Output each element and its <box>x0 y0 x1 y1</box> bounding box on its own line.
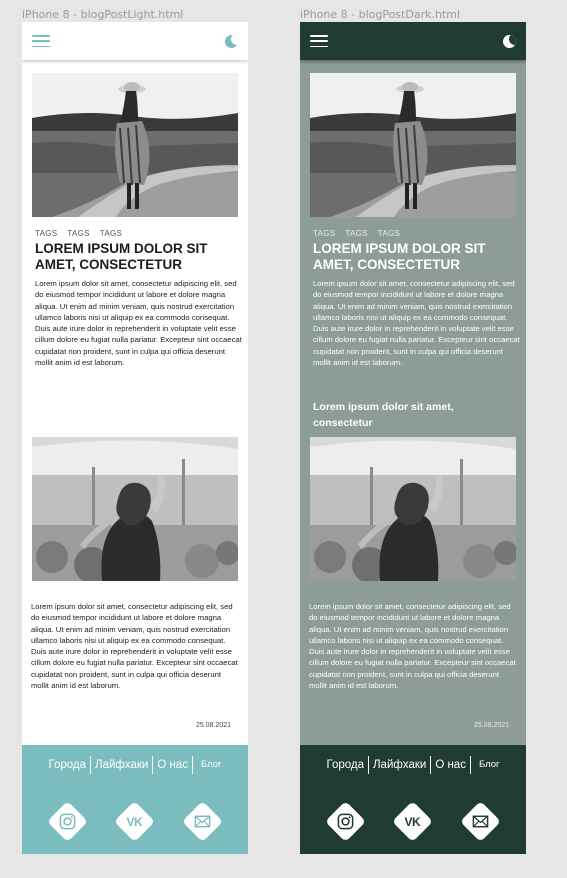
footer: Города Лайфхаки О нас Блог VK <box>300 745 526 854</box>
moon-icon[interactable] <box>503 34 516 48</box>
footer-nav: Города Лайфхаки О нас Блог <box>300 756 526 774</box>
hero-photo-graphic <box>310 73 516 217</box>
frame-label-light: iPhone 8 - blogPostLight.html <box>22 8 184 21</box>
vk-button[interactable]: VK <box>392 800 434 842</box>
mail-button[interactable] <box>181 800 223 842</box>
mail-button[interactable] <box>459 800 501 842</box>
tags: TAGS TAGS TAGS <box>313 229 400 238</box>
mail-icon <box>472 815 489 827</box>
footer-nav: Города Лайфхаки О нас Блог <box>22 756 248 774</box>
post-paragraph-1: Lorem ipsum dolor sit amet, consectetur … <box>35 279 242 368</box>
post-subheading: Lorem ipsum dolor sit amet, consectetur <box>313 401 454 429</box>
post-paragraph-1: Lorem ipsum dolor sit amet, consectetur … <box>313 279 520 368</box>
instagram-icon <box>337 813 354 829</box>
header <box>300 22 526 60</box>
tag[interactable]: TAGS <box>313 229 335 238</box>
hero-photo <box>32 73 238 217</box>
moon-icon[interactable] <box>225 34 238 48</box>
concert-photo-graphic <box>310 437 516 581</box>
menu-icon[interactable] <box>310 35 328 47</box>
post-date: 25.08.2021 <box>473 722 509 729</box>
footer: Города Лайфхаки О нас Блог VK <box>22 745 248 854</box>
hero-photo-graphic <box>32 73 238 217</box>
header <box>22 22 248 60</box>
social-links: VK <box>300 800 526 842</box>
post-title: LOREM IPSUM DOLOR SIT AMET, CONSECTETUR <box>313 241 486 272</box>
nav-link-about[interactable]: О нас <box>431 756 471 774</box>
nav-link-about[interactable]: О нас <box>153 756 193 774</box>
mail-icon <box>194 815 211 827</box>
nav-link-cities[interactable]: Города <box>323 756 369 774</box>
post-paragraph-2: Lorem ipsum dolor sit amet, consectetur … <box>309 602 516 691</box>
nav-link-lifehacks[interactable]: Лайфхаки <box>91 756 154 774</box>
artboard-dark: TAGS TAGS TAGS LOREM IPSUM DOLOR SIT AME… <box>300 22 526 854</box>
nav-link-lifehacks[interactable]: Лайфхаки <box>369 756 432 774</box>
concert-photo-graphic <box>32 437 238 581</box>
hero-photo <box>310 73 516 217</box>
frame-label-dark: iPhone 8 - blogPostDark.html <box>300 8 461 21</box>
tag[interactable]: TAGS <box>67 229 89 238</box>
concert-photo <box>32 437 238 581</box>
tag[interactable]: TAGS <box>100 229 122 238</box>
tags: TAGS TAGS TAGS <box>35 229 122 238</box>
instagram-button[interactable] <box>325 800 367 842</box>
instagram-icon <box>59 813 76 829</box>
tag[interactable]: TAGS <box>378 229 400 238</box>
vk-button[interactable]: VK <box>114 800 156 842</box>
nav-link-blog[interactable]: Блог <box>471 756 504 774</box>
vk-icon: VK <box>127 813 143 828</box>
tag[interactable]: TAGS <box>345 229 367 238</box>
instagram-button[interactable] <box>47 800 89 842</box>
vk-icon: VK <box>405 813 421 828</box>
post-date: 25.08.2021 <box>195 722 231 729</box>
nav-link-blog[interactable]: Блог <box>193 756 226 774</box>
post-paragraph-2: Lorem ipsum dolor sit amet, consectetur … <box>31 602 238 691</box>
menu-icon[interactable] <box>32 35 50 47</box>
post-title: LOREM IPSUM DOLOR SIT AMET, CONSECTETUR <box>35 241 208 272</box>
nav-link-cities[interactable]: Города <box>45 756 91 774</box>
tag[interactable]: TAGS <box>35 229 57 238</box>
social-links: VK <box>22 800 248 842</box>
concert-photo <box>310 437 516 581</box>
artboard-light: TAGS TAGS TAGS LOREM IPSUM DOLOR SIT AME… <box>22 22 248 854</box>
